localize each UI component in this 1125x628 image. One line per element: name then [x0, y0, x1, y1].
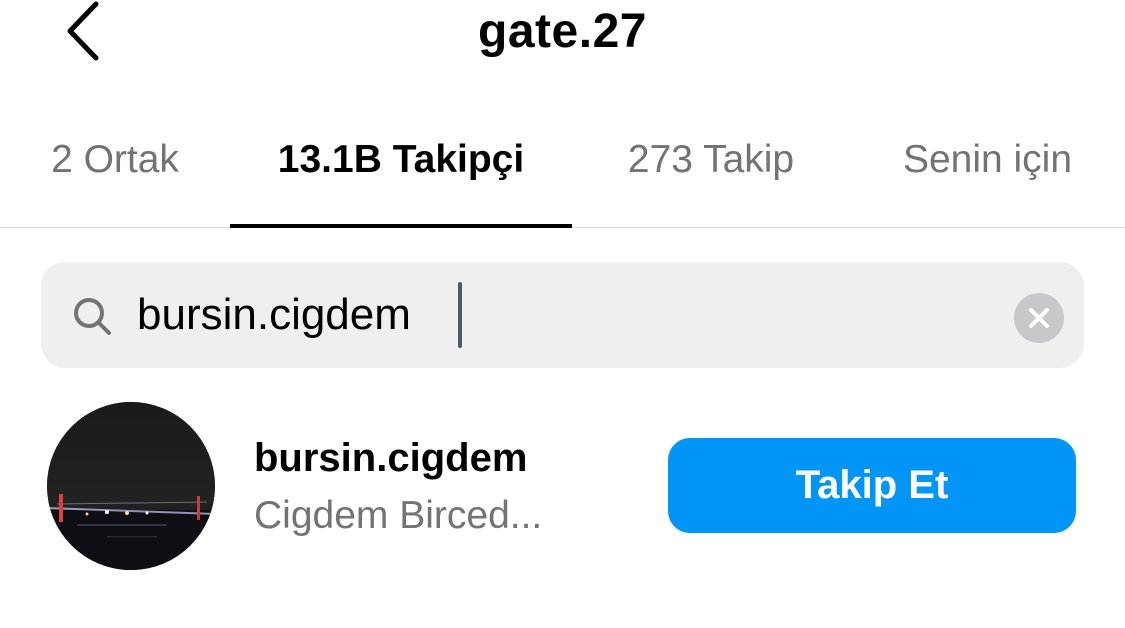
- avatar[interactable]: [47, 402, 215, 570]
- search-input[interactable]: [137, 284, 997, 346]
- tab-label: 13.1B Takipçi: [277, 138, 525, 181]
- tab-label: 2 Ortak: [51, 138, 179, 181]
- tab-for-you[interactable]: Senin için: [880, 118, 1095, 228]
- tab-following[interactable]: 273 Takip: [600, 118, 822, 228]
- tab-mutual[interactable]: 2 Ortak: [30, 118, 200, 228]
- tab-followers[interactable]: 13.1B Takipçi: [230, 118, 572, 228]
- header: gate.27: [0, 0, 1125, 70]
- result-full-name: Cigdem Birced...: [254, 494, 543, 537]
- tab-bar: 2 Ortak 13.1B Takipçi 273 Takip Senin iç…: [0, 118, 1125, 228]
- page-title: gate.27: [478, 5, 647, 58]
- text-cursor: [458, 282, 462, 348]
- follow-button[interactable]: Takip Et: [668, 438, 1076, 533]
- search-bar: [41, 262, 1084, 368]
- list-item[interactable]: bursin.cigdem Cigdem Birced... Takip Et: [0, 400, 1125, 575]
- tab-label: 273 Takip: [627, 138, 795, 181]
- clear-search-button[interactable]: [1014, 293, 1064, 343]
- clear-icon: [1029, 308, 1049, 328]
- tab-label: Senin için: [902, 138, 1073, 181]
- search-icon: [71, 295, 113, 337]
- result-username[interactable]: bursin.cigdem: [254, 436, 527, 481]
